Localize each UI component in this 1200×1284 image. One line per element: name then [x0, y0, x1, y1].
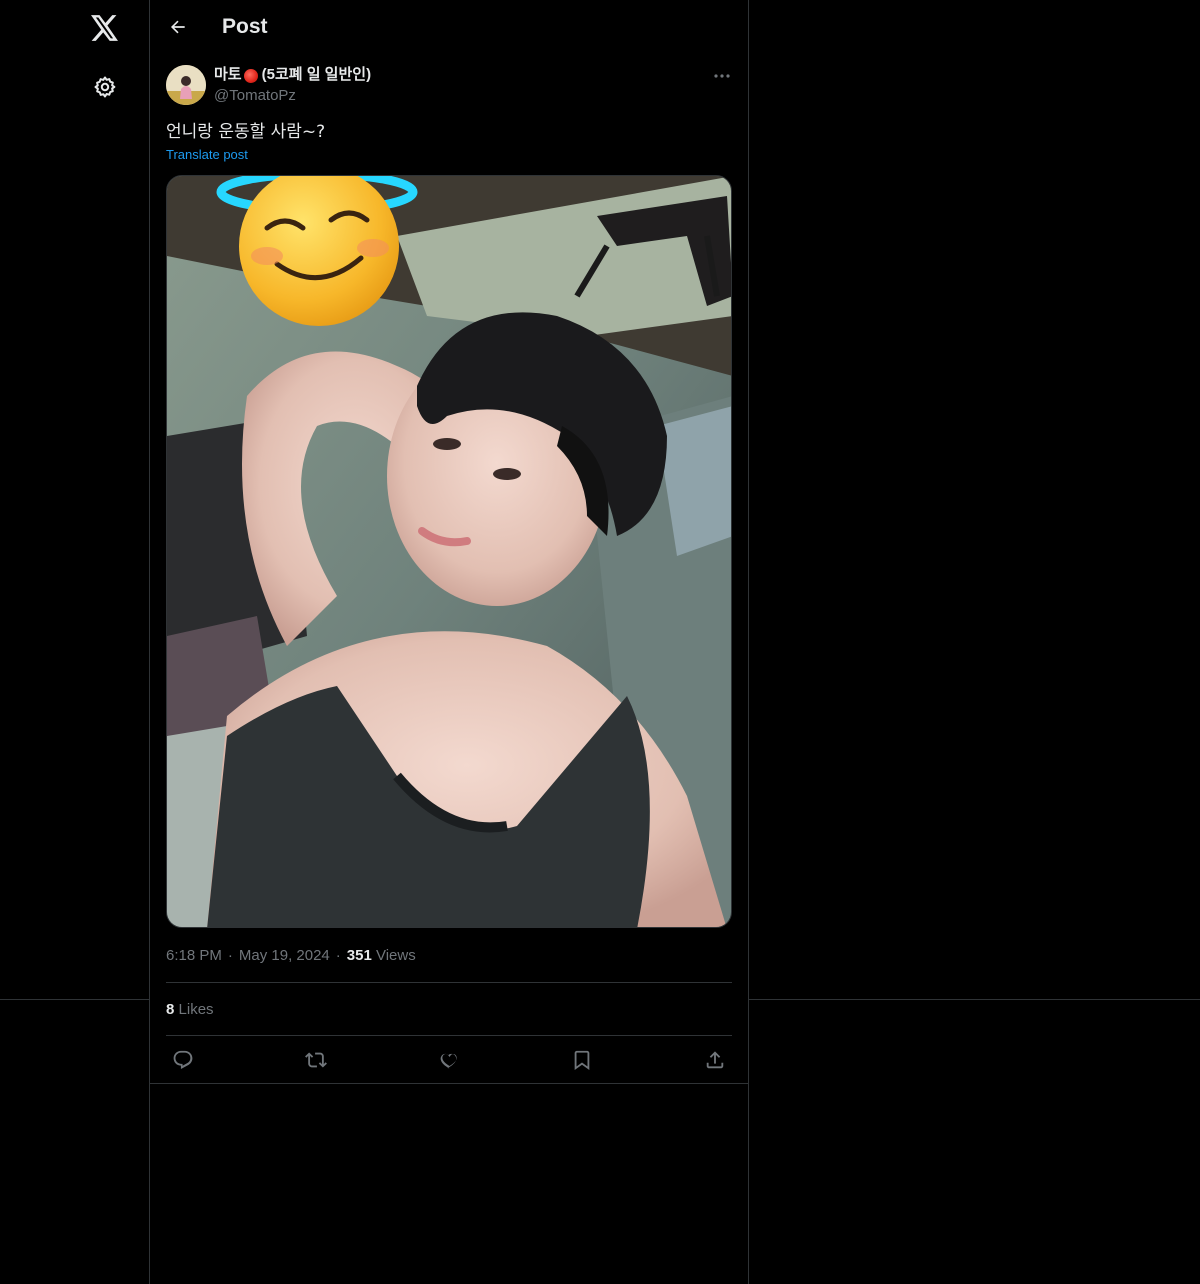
- avatar[interactable]: [166, 65, 206, 105]
- bookmark-button[interactable]: [565, 1043, 599, 1077]
- author-display-name[interactable]: 마토 (5코폐 일 일반인): [214, 65, 371, 85]
- viewport-rule-left: [0, 999, 150, 1000]
- likes-stat[interactable]: 8 Likes: [166, 1000, 214, 1020]
- gear-icon[interactable]: [91, 73, 119, 101]
- post-date[interactable]: May 19, 2024: [239, 947, 330, 964]
- post-time[interactable]: 6:18 PM: [166, 947, 222, 964]
- main-column: Post 마토 (5코폐 일 일반인) @TomatoPz 언니랑 운동할 사람…: [150, 0, 749, 1284]
- heart-icon: [440, 1053, 457, 1068]
- tomato-emoji-icon: [243, 69, 258, 83]
- left-nav: [0, 0, 150, 1284]
- translate-post-link[interactable]: Translate post: [166, 146, 248, 164]
- more-options-button[interactable]: [710, 66, 734, 86]
- action-bar: [166, 1036, 732, 1083]
- reply-button[interactable]: [166, 1043, 200, 1077]
- post-image[interactable]: [166, 175, 732, 928]
- post-text: 언니랑 운동할 사람~?: [166, 122, 326, 142]
- author-name: 마토: [214, 66, 242, 83]
- page-title: Post: [222, 15, 268, 38]
- divider: [166, 982, 732, 983]
- repost-icon: [305, 1052, 327, 1067]
- share-button[interactable]: [698, 1043, 732, 1077]
- more-dots-icon: [714, 74, 730, 78]
- post-meta: 6:18 PM · May 19, 2024 · 351 Views: [166, 947, 416, 964]
- likes-count: 8: [166, 1001, 175, 1018]
- author-handle[interactable]: @TomatoPz: [214, 86, 296, 106]
- reply-icon: [173, 1050, 193, 1069]
- post-bottom-border: [150, 1083, 748, 1084]
- views-count: 351: [346, 947, 372, 964]
- share-icon: [706, 1050, 724, 1068]
- repost-button[interactable]: [299, 1043, 333, 1077]
- back-button[interactable]: [164, 13, 192, 41]
- viewport-rule-right: [749, 999, 1200, 1000]
- x-logo-icon[interactable]: [89, 12, 121, 44]
- arrow-left-icon: [170, 20, 185, 34]
- author-name-suffix: (5코폐 일 일반인): [261, 66, 372, 83]
- page-header: Post: [150, 0, 748, 54]
- page: Post 마토 (5코폐 일 일반인) @TomatoPz 언니랑 운동할 사람…: [0, 0, 1200, 1284]
- views-label: Views: [375, 947, 416, 964]
- like-button[interactable]: [432, 1043, 466, 1077]
- bookmark-icon: [574, 1050, 590, 1070]
- likes-label: Likes: [178, 1001, 214, 1018]
